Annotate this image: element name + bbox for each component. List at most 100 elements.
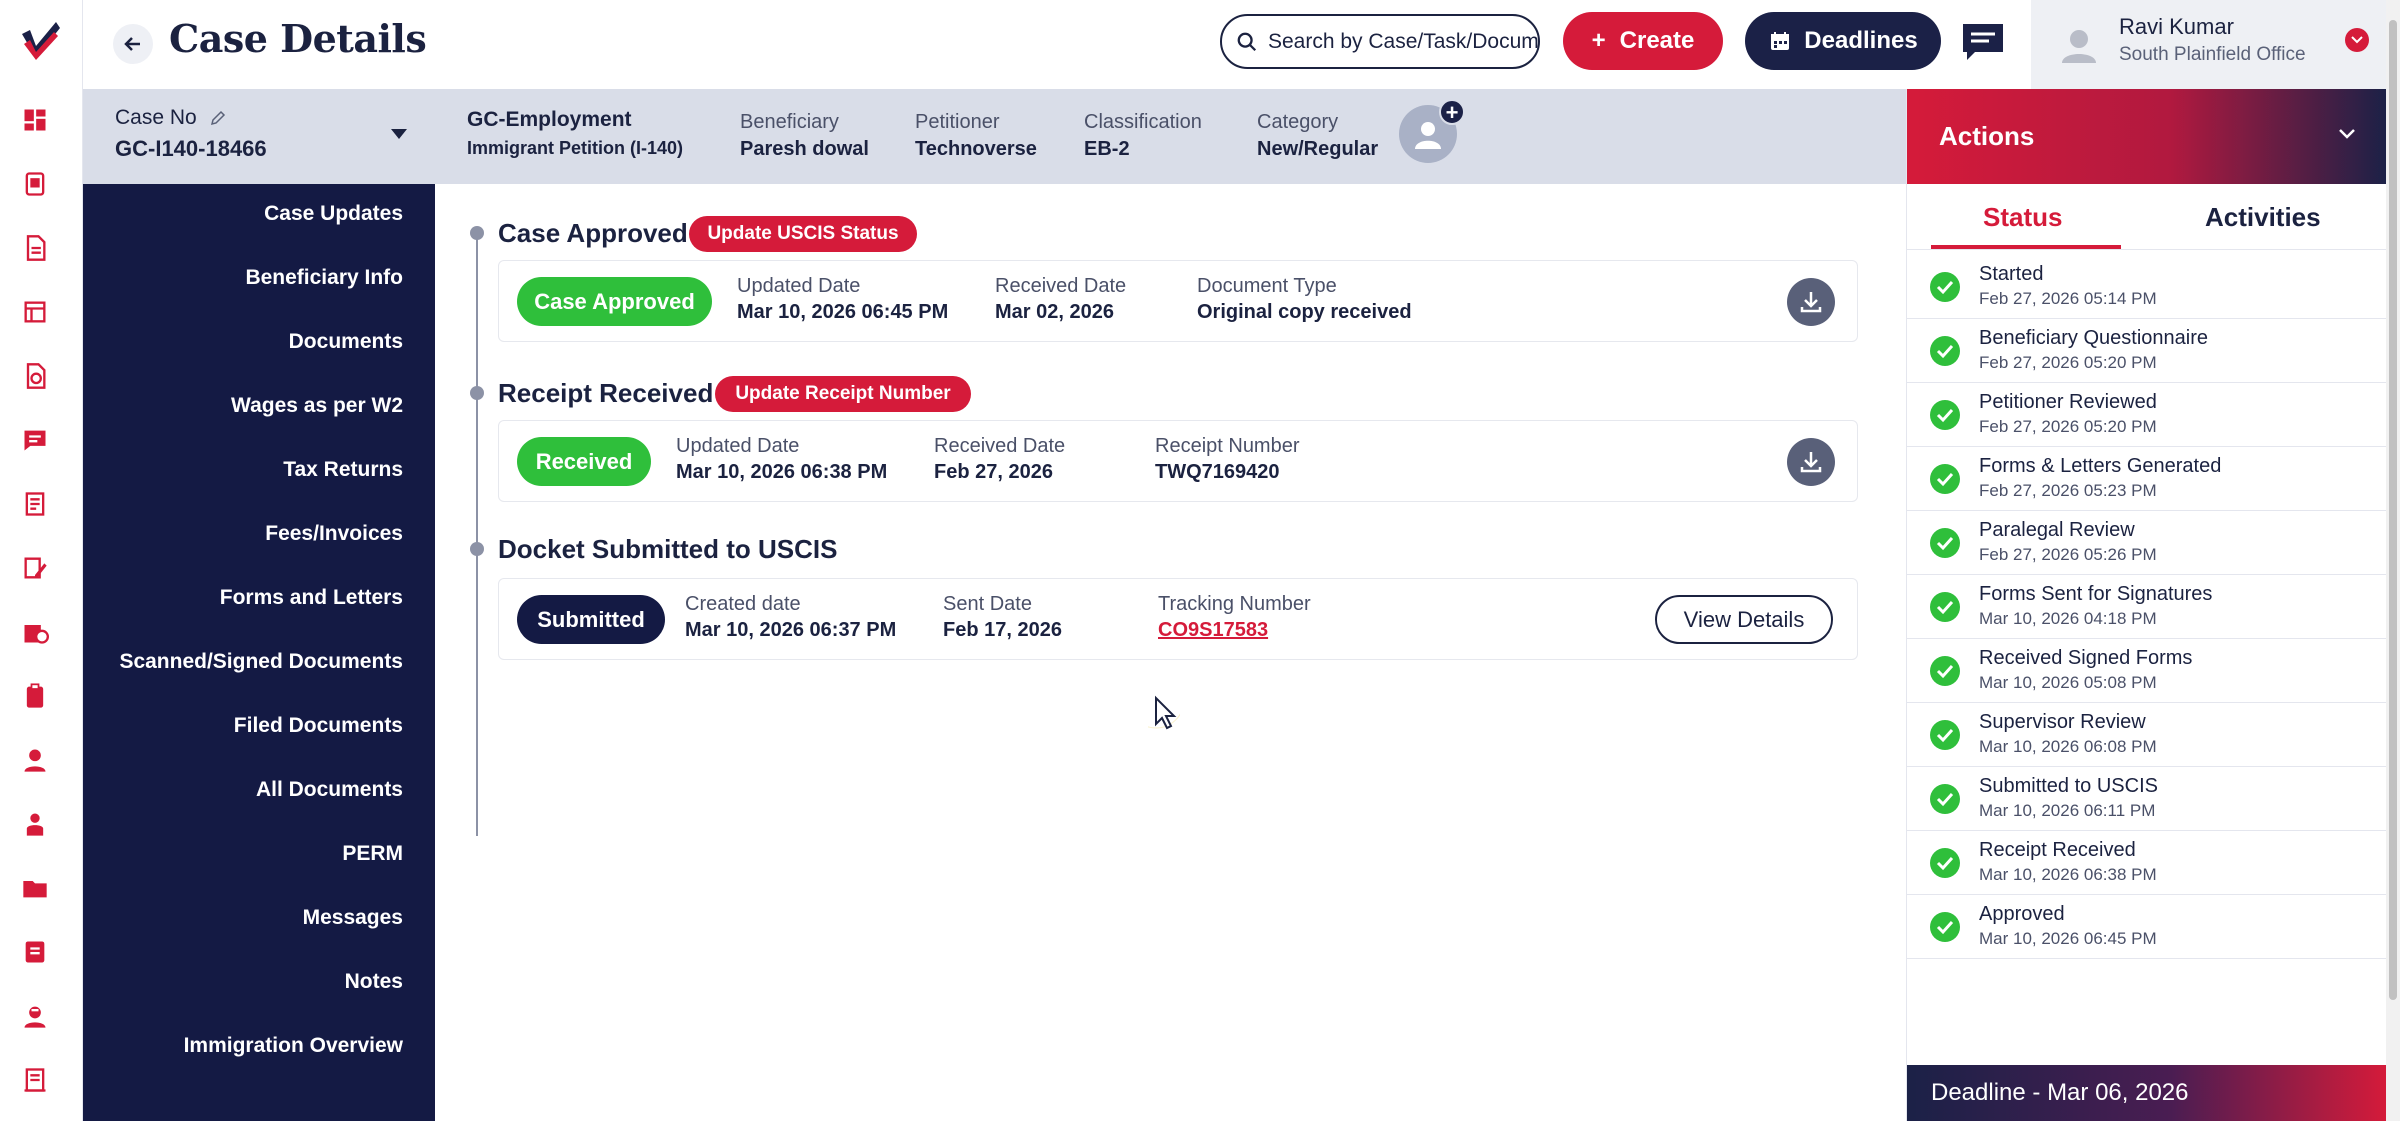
case-info-bar: Case No GC-I140-18466 GC-Employment Immi…: [83, 89, 1906, 184]
tab-activities[interactable]: Activities: [2205, 202, 2321, 233]
add-assignee-button[interactable]: +: [1439, 99, 1465, 125]
classification-label: Classification: [1084, 111, 1202, 133]
search-icon: [1237, 32, 1257, 51]
status-name: Receipt Received: [1979, 839, 2136, 861]
case-sidebar: Case Updates Beneficiary Info Documents …: [83, 184, 435, 1121]
sidebar-item-perm[interactable]: PERM: [342, 842, 403, 866]
download-button[interactable]: [1787, 278, 1835, 326]
person-icon[interactable]: [20, 809, 50, 839]
top-header: Case Details + Create Deadlines: [83, 0, 2400, 89]
search-input[interactable]: [1268, 29, 1538, 54]
actions-tabs: Status Activities: [1907, 184, 2387, 250]
sidebar-item-forms-letters[interactable]: Forms and Letters: [220, 586, 403, 610]
messages-icon[interactable]: [20, 425, 50, 455]
clipboard-icon[interactable]: [20, 681, 50, 711]
case-type: GC-Employment: [467, 108, 632, 131]
update-uscis-status-button[interactable]: Update USCIS Status: [689, 216, 917, 252]
notes-icon[interactable]: [20, 937, 50, 967]
field-label: Document Type: [1197, 275, 1337, 297]
field-value: Original copy received: [1197, 301, 1412, 323]
status-date: Mar 10, 2026 06:08 PM: [1979, 737, 2157, 756]
checklist-icon[interactable]: [20, 361, 50, 391]
category-label: Category: [1257, 111, 1339, 133]
category-field: Category New/Regular: [1257, 111, 1378, 161]
page-title: Case Details: [169, 16, 427, 61]
sidebar-item-fees-invoices[interactable]: Fees/Invoices: [265, 522, 403, 546]
billing-icon[interactable]: [20, 617, 50, 647]
deadlines-button[interactable]: Deadlines: [1745, 12, 1941, 70]
user-menu[interactable]: Ravi Kumar South Plainfield Office: [2031, 0, 2400, 89]
scrollbar-thumb[interactable]: [2389, 20, 2397, 1000]
status-item: Paralegal Review Feb 27, 2026 05:26 PM: [1907, 511, 2387, 575]
download-button[interactable]: [1787, 438, 1835, 486]
chat-button[interactable]: [1961, 22, 2005, 62]
status-item: Forms Sent for Signatures Mar 10, 2026 04…: [1907, 575, 2387, 639]
beneficiary-field: Beneficiary Paresh dowal: [740, 111, 869, 161]
status-name: Beneficiary Questionnaire: [1979, 327, 2209, 349]
app-logo[interactable]: [16, 16, 66, 66]
page-scrollbar[interactable]: [2386, 0, 2400, 1121]
field-value: Mar 10, 2026 06:37 PM: [685, 619, 897, 641]
sidebar-item-beneficiary-info[interactable]: Beneficiary Info: [245, 266, 403, 290]
field-label: Receipt Number: [1155, 435, 1300, 457]
pencil-icon[interactable]: [209, 109, 227, 127]
sidebar-item-tax-returns[interactable]: Tax Returns: [283, 458, 403, 482]
sidebar-item-documents[interactable]: Documents: [289, 330, 403, 354]
user-icon[interactable]: [20, 745, 50, 775]
sidebar-item-messages[interactable]: Messages: [303, 906, 403, 930]
field-label: Received Date: [995, 275, 1127, 297]
create-button[interactable]: + Create: [1563, 12, 1723, 70]
field-value: Feb 17, 2026: [943, 619, 1062, 641]
sidebar-item-notes[interactable]: Notes: [345, 970, 403, 994]
user-office: South Plainfield Office: [2119, 44, 2306, 65]
reports-icon[interactable]: [20, 489, 50, 519]
field-label: Updated Date: [737, 275, 861, 297]
search-box[interactable]: [1220, 14, 1540, 69]
case-number-label: Case No: [115, 106, 197, 129]
sidebar-item-filed-documents[interactable]: Filed Documents: [234, 714, 403, 738]
timeline-card: Submitted Created date Mar 10, 2026 06:3…: [498, 578, 1858, 660]
sidebar-item-wages[interactable]: Wages as per W2: [231, 394, 403, 418]
timeline-dot: [470, 386, 484, 400]
timeline-card: Received Updated Date Mar 10, 2026 06:38…: [498, 420, 1858, 502]
check-circle-icon: [1930, 336, 1960, 366]
active-tab-indicator: [1931, 245, 2121, 249]
status-date: Feb 27, 2026 05:20 PM: [1979, 417, 2157, 436]
status-date: Feb 27, 2026 05:14 PM: [1979, 289, 2157, 308]
tab-status[interactable]: Status: [1983, 202, 2062, 233]
timeline-line: [476, 232, 478, 836]
chevron-down-icon[interactable]: [2337, 127, 2357, 141]
case-subtype: Immigrant Petition (I-140): [467, 138, 684, 158]
sidebar-item-all-documents[interactable]: All Documents: [256, 778, 403, 802]
edit-icon[interactable]: [20, 553, 50, 583]
deadline-banner: Deadline - Mar 06, 2026: [1907, 1065, 2387, 1121]
actions-header[interactable]: Actions: [1907, 89, 2387, 184]
ledger-icon[interactable]: [20, 1065, 50, 1095]
back-button[interactable]: [113, 24, 153, 64]
chevron-down-icon[interactable]: [2345, 28, 2369, 52]
status-name: Forms Sent for Signatures: [1979, 583, 2213, 605]
created-date-field: Created date Mar 10, 2026 06:37 PM: [685, 593, 896, 642]
status-date: Feb 27, 2026 05:26 PM: [1979, 545, 2157, 564]
contact-icon[interactable]: [20, 1001, 50, 1031]
petitioner-label: Petitioner: [915, 111, 1000, 133]
cases-icon[interactable]: [20, 169, 50, 199]
document-type-field: Document Type Original copy received: [1197, 275, 1412, 324]
update-receipt-number-button[interactable]: Update Receipt Number: [715, 376, 971, 412]
status-item: Petitioner Reviewed Feb 27, 2026 05:20 PM: [1907, 383, 2387, 447]
tracking-number-link[interactable]: CO9S17583: [1158, 619, 1311, 642]
sidebar-item-scanned-signed[interactable]: Scanned/Signed Documents: [119, 650, 403, 674]
case-dropdown-caret-icon[interactable]: [389, 127, 409, 141]
sidebar-item-case-updates[interactable]: Case Updates: [264, 202, 403, 226]
sidebar-item-immigration-overview[interactable]: Immigration Overview: [184, 1034, 403, 1058]
documents-icon[interactable]: [20, 233, 50, 263]
view-details-button[interactable]: View Details: [1655, 595, 1833, 644]
forms-icon[interactable]: [20, 297, 50, 327]
status-date: Feb 27, 2026 05:23 PM: [1979, 481, 2157, 500]
status-date: Mar 10, 2026 04:18 PM: [1979, 609, 2157, 628]
dashboard-icon[interactable]: [20, 105, 50, 135]
classification-value: EB-2: [1084, 138, 1130, 160]
create-button-label: Create: [1619, 27, 1695, 54]
folder-icon[interactable]: [20, 873, 50, 903]
status-badge: Received: [517, 437, 651, 486]
